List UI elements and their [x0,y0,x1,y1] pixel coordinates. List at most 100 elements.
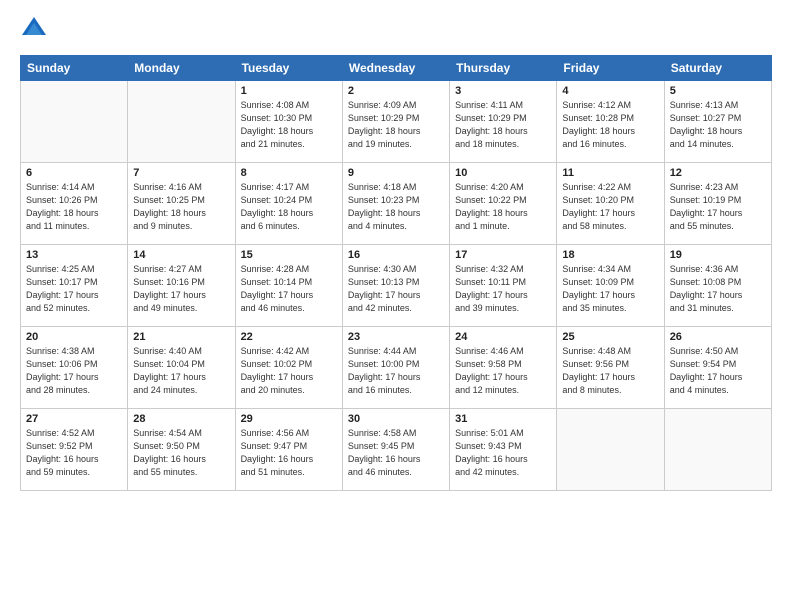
calendar-cell [21,81,128,163]
header [20,15,772,43]
day-number: 22 [241,331,337,343]
calendar-cell: 6 Sunrise: 4:14 AM Sunset: 10:26 PM Dayli… [21,163,128,245]
day-number: 3 [455,85,551,97]
calendar-cell: 8 Sunrise: 4:17 AM Sunset: 10:24 PM Dayli… [235,163,342,245]
calendar-week-row: 20 Sunrise: 4:38 AM Sunset: 10:06 PM Dayl… [21,327,772,409]
day-number: 20 [26,331,122,343]
day-detail: Sunrise: 4:17 AM Sunset: 10:24 PM Daylig… [241,181,337,233]
day-detail: Sunrise: 4:16 AM Sunset: 10:25 PM Daylig… [133,181,229,233]
day-number: 27 [26,413,122,425]
day-number: 10 [455,167,551,179]
day-number: 5 [670,85,766,97]
calendar-cell: 14Sunrise: 4:27 AM Sunset: 10:16 PM Dayl… [128,245,235,327]
calendar-week-row: 27 Sunrise: 4:52 AM Sunset: 9:52 PM Dayli… [21,409,772,491]
calendar-cell [128,81,235,163]
calendar-cell: 12 Sunrise: 4:23 AM Sunset: 10:19 PM Dayl… [664,163,771,245]
calendar-cell [557,409,664,491]
calendar-week-row: 1 Sunrise: 4:08 AM Sunset: 10:30 PM Dayli… [21,81,772,163]
calendar-cell: 26 Sunrise: 4:50 AM Sunset: 9:54 PM Dayli… [664,327,771,409]
day-detail: Sunrise: 5:01 AM Sunset: 9:43 PM Dayligh… [455,427,551,479]
calendar-cell: 29Sunrise: 4:56 AM Sunset: 9:47 PM Dayli… [235,409,342,491]
day-detail: Sunrise: 4:42 AM Sunset: 10:02 PM Daylig… [241,345,337,397]
day-number: 21 [133,331,229,343]
calendar-cell: 11 Sunrise: 4:22 AM Sunset: 10:20 PM Dayl… [557,163,664,245]
calendar-cell: 21 Sunrise: 4:40 AM Sunset: 10:04 PM Dayl… [128,327,235,409]
day-detail: Sunrise: 4:38 AM Sunset: 10:06 PM Daylig… [26,345,122,397]
day-number: 23 [348,331,444,343]
calendar-cell: 30Sunrise: 4:58 AM Sunset: 9:45 PM Dayli… [342,409,449,491]
day-detail: Sunrise: 4:54 AM Sunset: 9:50 PM Dayligh… [133,427,229,479]
calendar-cell: 3 Sunrise: 4:11 AM Sunset: 10:29 PM Dayli… [450,81,557,163]
day-detail: Sunrise: 4:40 AM Sunset: 10:04 PM Daylig… [133,345,229,397]
logo [20,15,50,43]
page: SundayMondayTuesdayWednesdayThursdayFrid… [0,0,792,612]
calendar-cell: 18Sunrise: 4:34 AM Sunset: 10:09 PM Dayl… [557,245,664,327]
day-number: 8 [241,167,337,179]
calendar-cell: 15 Sunrise: 4:28 AM Sunset: 10:14 PM Dayl… [235,245,342,327]
day-number: 24 [455,331,551,343]
day-number: 25 [562,331,658,343]
calendar-cell: 1 Sunrise: 4:08 AM Sunset: 10:30 PM Dayli… [235,81,342,163]
day-detail: Sunrise: 4:18 AM Sunset: 10:23 PM Daylig… [348,181,444,233]
day-number: 4 [562,85,658,97]
day-detail: Sunrise: 4:23 AM Sunset: 10:19 PM Daylig… [670,181,766,233]
calendar-header-row: SundayMondayTuesdayWednesdayThursdayFrid… [21,56,772,81]
day-number: 17 [455,249,551,261]
day-detail: Sunrise: 4:09 AM Sunset: 10:29 PM Daylig… [348,99,444,151]
day-number: 6 [26,167,122,179]
day-detail: Sunrise: 4:12 AM Sunset: 10:28 PM Daylig… [562,99,658,151]
day-detail: Sunrise: 4:52 AM Sunset: 9:52 PM Dayligh… [26,427,122,479]
day-number: 16 [348,249,444,261]
day-detail: Sunrise: 4:50 AM Sunset: 9:54 PM Dayligh… [670,345,766,397]
calendar-cell: 17 Sunrise: 4:32 AM Sunset: 10:11 PM Dayl… [450,245,557,327]
day-detail: Sunrise: 4:48 AM Sunset: 9:56 PM Dayligh… [562,345,658,397]
calendar-cell: 7Sunrise: 4:16 AM Sunset: 10:25 PM Dayli… [128,163,235,245]
day-detail: Sunrise: 4:14 AM Sunset: 10:26 PM Daylig… [26,181,122,233]
day-detail: Sunrise: 4:22 AM Sunset: 10:20 PM Daylig… [562,181,658,233]
day-number: 2 [348,85,444,97]
calendar-header-monday: Monday [128,56,235,81]
calendar-cell: 25 Sunrise: 4:48 AM Sunset: 9:56 PM Dayli… [557,327,664,409]
calendar-cell [664,409,771,491]
calendar-header-tuesday: Tuesday [235,56,342,81]
day-number: 15 [241,249,337,261]
day-number: 18 [562,249,658,261]
day-detail: Sunrise: 4:08 AM Sunset: 10:30 PM Daylig… [241,99,337,151]
day-number: 12 [670,167,766,179]
day-detail: Sunrise: 4:11 AM Sunset: 10:29 PM Daylig… [455,99,551,151]
day-detail: Sunrise: 4:27 AM Sunset: 10:16 PM Daylig… [133,263,229,315]
day-detail: Sunrise: 4:46 AM Sunset: 9:58 PM Dayligh… [455,345,551,397]
day-detail: Sunrise: 4:30 AM Sunset: 10:13 PM Daylig… [348,263,444,315]
day-detail: Sunrise: 4:25 AM Sunset: 10:17 PM Daylig… [26,263,122,315]
day-detail: Sunrise: 4:20 AM Sunset: 10:22 PM Daylig… [455,181,551,233]
calendar-header-friday: Friday [557,56,664,81]
calendar-cell: 23 Sunrise: 4:44 AM Sunset: 10:00 PM Dayl… [342,327,449,409]
calendar-cell: 10 Sunrise: 4:20 AM Sunset: 10:22 PM Dayl… [450,163,557,245]
calendar-cell: 13Sunrise: 4:25 AM Sunset: 10:17 PM Dayl… [21,245,128,327]
day-detail: Sunrise: 4:44 AM Sunset: 10:00 PM Daylig… [348,345,444,397]
calendar-week-row: 6 Sunrise: 4:14 AM Sunset: 10:26 PM Dayli… [21,163,772,245]
day-detail: Sunrise: 4:58 AM Sunset: 9:45 PM Dayligh… [348,427,444,479]
calendar-cell: 16 Sunrise: 4:30 AM Sunset: 10:13 PM Dayl… [342,245,449,327]
calendar-cell: 28Sunrise: 4:54 AM Sunset: 9:50 PM Dayli… [128,409,235,491]
calendar-header-saturday: Saturday [664,56,771,81]
calendar-header-wednesday: Wednesday [342,56,449,81]
calendar-cell: 5 Sunrise: 4:13 AM Sunset: 10:27 PM Dayli… [664,81,771,163]
calendar-cell: 27 Sunrise: 4:52 AM Sunset: 9:52 PM Dayli… [21,409,128,491]
day-number: 1 [241,85,337,97]
calendar-header-thursday: Thursday [450,56,557,81]
calendar-cell: 4 Sunrise: 4:12 AM Sunset: 10:28 PM Dayli… [557,81,664,163]
calendar-header-sunday: Sunday [21,56,128,81]
logo-icon [20,15,48,43]
day-detail: Sunrise: 4:36 AM Sunset: 10:08 PM Daylig… [670,263,766,315]
day-number: 11 [562,167,658,179]
day-number: 9 [348,167,444,179]
day-detail: Sunrise: 4:28 AM Sunset: 10:14 PM Daylig… [241,263,337,315]
calendar-cell: 19Sunrise: 4:36 AM Sunset: 10:08 PM Dayl… [664,245,771,327]
day-number: 26 [670,331,766,343]
day-detail: Sunrise: 4:32 AM Sunset: 10:11 PM Daylig… [455,263,551,315]
day-detail: Sunrise: 4:13 AM Sunset: 10:27 PM Daylig… [670,99,766,151]
calendar-week-row: 13Sunrise: 4:25 AM Sunset: 10:17 PM Dayl… [21,245,772,327]
day-number: 31 [455,413,551,425]
day-detail: Sunrise: 4:56 AM Sunset: 9:47 PM Dayligh… [241,427,337,479]
